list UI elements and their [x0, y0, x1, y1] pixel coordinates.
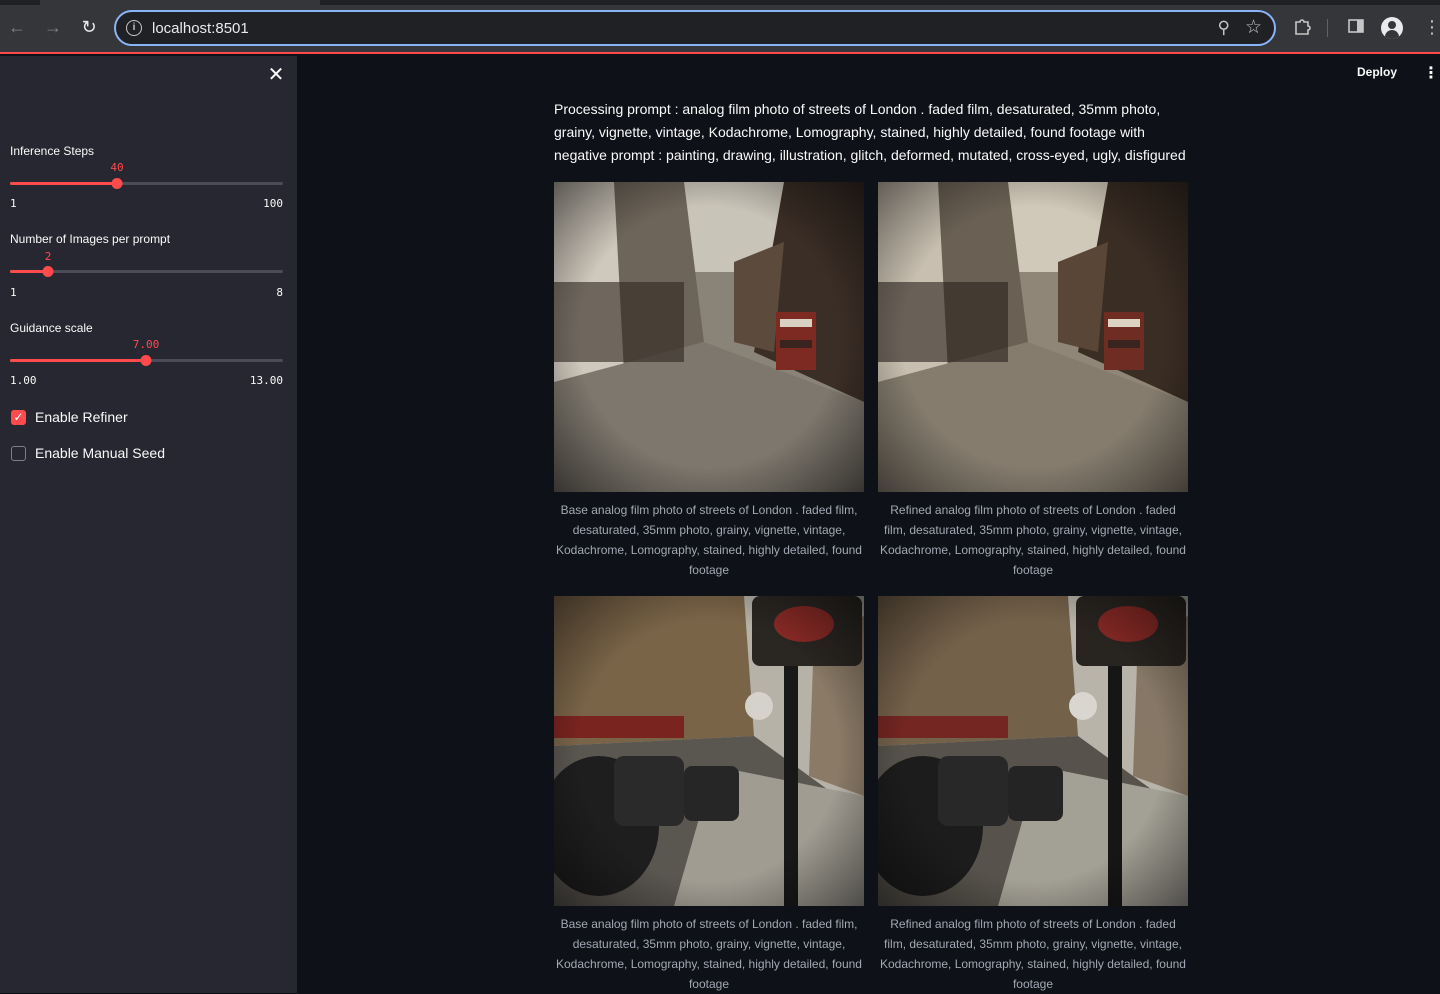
slider-track[interactable]	[10, 178, 283, 189]
slider-label: Inference Steps	[10, 144, 95, 158]
slider-thumb[interactable]	[111, 178, 123, 189]
slider-thumb[interactable]	[42, 266, 54, 277]
generated-image-card: Refined analog film photo of streets of …	[878, 596, 1188, 994]
slider-inference-steps: Inference Steps 40 1 100	[10, 144, 283, 212]
puzzle-icon[interactable]	[1292, 16, 1312, 41]
street-photo-image[interactable]	[554, 596, 864, 906]
street-photo-image[interactable]	[878, 596, 1188, 906]
generated-image-card: Refined analog film photo of streets of …	[878, 182, 1188, 580]
url-text[interactable]: localhost:8501	[152, 20, 249, 37]
active-tab[interactable]	[40, 0, 320, 5]
magnifier-icon[interactable]: ⚲	[1218, 18, 1230, 38]
street-photo-image[interactable]	[878, 182, 1188, 492]
side-panel-icon[interactable]	[1346, 16, 1366, 41]
slider-min: 1.00	[10, 374, 37, 387]
arrow-left-icon[interactable]: ←	[6, 16, 28, 38]
slider-thumb[interactable]	[140, 355, 152, 366]
kebab-icon[interactable]: ⋮	[1423, 63, 1439, 83]
checkbox-label: Enable Refiner	[35, 409, 128, 425]
generated-image-card: Base analog film photo of streets of Lon…	[554, 182, 864, 580]
checkbox-enable-manual-seed[interactable]: Enable Manual Seed	[11, 445, 165, 461]
image-caption: Refined analog film photo of streets of …	[880, 917, 1186, 991]
slider-fill	[10, 182, 117, 185]
browser-toolbar: ← → ↻ i localhost:8501 ⚲ ☆ ⋮	[0, 0, 1440, 54]
checkbox-label: Enable Manual Seed	[35, 445, 165, 461]
main-content: Deploy ⋮ Processing prompt : analog film…	[297, 56, 1440, 993]
slider-min: 1	[10, 197, 17, 210]
slider-current-value: 2	[44, 250, 52, 263]
slider-track[interactable]	[10, 266, 283, 277]
checkbox-empty-icon[interactable]	[11, 445, 26, 461]
reload-icon[interactable]: ↻	[78, 16, 100, 38]
person-icon[interactable]	[1381, 17, 1403, 39]
address-bar[interactable]: i localhost:8501 ⚲ ☆	[114, 10, 1276, 46]
tab-strip	[0, 0, 1440, 5]
slider-track[interactable]	[10, 355, 283, 366]
slider-min: 1	[10, 286, 17, 299]
checkmark-icon[interactable]: ✓	[11, 409, 26, 425]
deploy-button[interactable]: Deploy	[1357, 65, 1397, 79]
slider-current-value: 7.00	[132, 338, 160, 351]
kebab-icon[interactable]: ⋮	[1423, 16, 1440, 38]
toolbar-divider	[1327, 19, 1328, 37]
info-icon[interactable]: i	[126, 20, 142, 36]
close-icon[interactable]: ✕	[266, 65, 286, 85]
slider-current-value: 40	[110, 161, 124, 174]
star-icon[interactable]: ☆	[1245, 16, 1262, 39]
slider-guidance-scale: Guidance scale 7.00 1.00 13.00	[10, 321, 283, 389]
slider-label: Number of Images per prompt	[10, 232, 171, 246]
generated-image-card: Base analog film photo of streets of Lon…	[554, 596, 864, 994]
checkbox-enable-refiner[interactable]: ✓ Enable Refiner	[11, 409, 128, 425]
image-caption: Base analog film photo of streets of Lon…	[556, 503, 862, 577]
slider-max: 8	[276, 286, 283, 299]
slider-label: Guidance scale	[10, 321, 93, 335]
slider-fill	[10, 359, 146, 362]
image-caption: Refined analog film photo of streets of …	[880, 503, 1186, 577]
sidebar: ✕ Inference Steps 40 1 100 Number of Ima…	[0, 56, 297, 993]
slider-images-per-prompt: Number of Images per prompt 2 1 8	[10, 232, 283, 300]
street-photo-image[interactable]	[554, 182, 864, 492]
image-caption: Base analog film photo of streets of Lon…	[556, 917, 862, 991]
slider-max: 100	[263, 197, 283, 210]
slider-max: 13.00	[249, 374, 283, 387]
arrow-right-icon[interactable]: →	[42, 16, 64, 38]
prompt-text: Processing prompt : analog film photo of…	[554, 101, 1186, 163]
